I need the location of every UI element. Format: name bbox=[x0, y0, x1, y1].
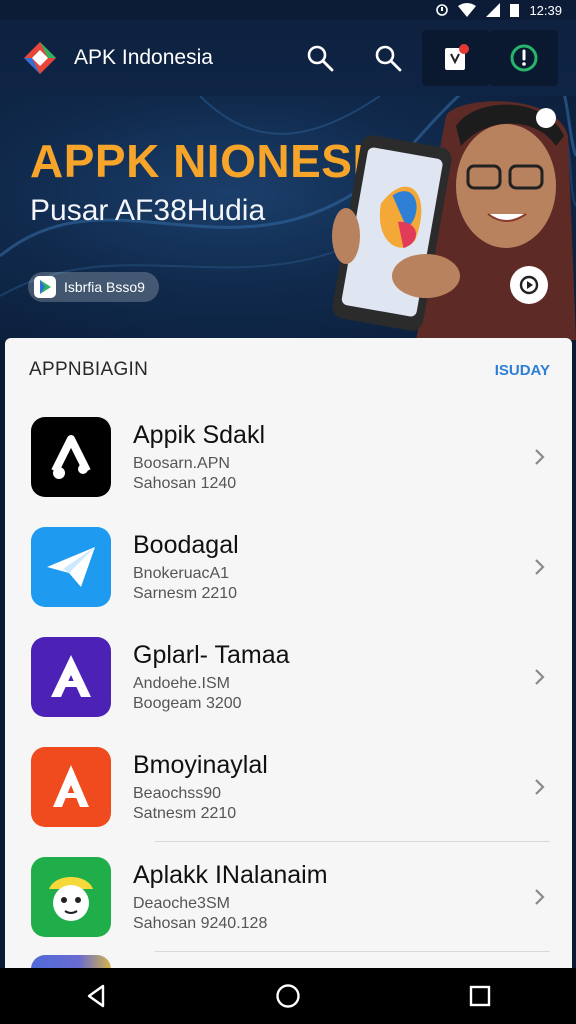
letter-a-icon bbox=[51, 655, 91, 697]
home-icon bbox=[276, 984, 300, 1008]
hero-subtitle: Pusar AF38Hudia bbox=[30, 194, 266, 227]
app-name: Appik Sdakl bbox=[133, 420, 266, 449]
app-name: Boodagal bbox=[133, 530, 239, 559]
app-package: Boosarn.APN bbox=[133, 454, 230, 472]
character-icon bbox=[49, 877, 93, 921]
app-icon bbox=[31, 747, 111, 827]
section-header: APPNBIAGIN ISUDAY bbox=[5, 338, 572, 402]
app-version: Sahosan 9240.128 bbox=[133, 914, 268, 932]
app-name: Aplakk INalanaim bbox=[133, 860, 328, 889]
app-version: Boogeam 3200 bbox=[133, 694, 242, 712]
divider bbox=[155, 951, 550, 952]
partial-app-icon bbox=[31, 955, 111, 968]
list-item[interactable]: Gplarl- Tamaa Andoehe.ISM Boogeam 3200 bbox=[5, 622, 572, 732]
status-bar: 12:39 bbox=[0, 0, 576, 20]
signal-icon bbox=[486, 3, 501, 17]
power-button[interactable] bbox=[490, 30, 558, 86]
alarm-icon bbox=[436, 4, 449, 16]
chevron-right-icon bbox=[535, 889, 545, 905]
app-name: Bmoyinaylal bbox=[133, 750, 268, 779]
home-button[interactable] bbox=[258, 968, 318, 1024]
app-version: Satnesm 2210 bbox=[133, 804, 237, 822]
app-package: Deaoche3SM bbox=[133, 894, 230, 912]
app-logo bbox=[24, 42, 56, 74]
chevron-right-icon bbox=[535, 449, 545, 465]
recents-button[interactable] bbox=[450, 968, 510, 1024]
wifi-icon bbox=[458, 3, 477, 17]
list-item[interactable]: Appik Sdakl Boosarn.APN Sahosan 1240 bbox=[5, 402, 572, 512]
hero-chip-label: Isbrfia Bsso9 bbox=[64, 279, 145, 295]
system-nav-bar bbox=[0, 968, 576, 1024]
paper-plane-icon bbox=[47, 547, 95, 587]
list-item[interactable]: Boodagal BnokeruacA1 Sarnesm 2210 bbox=[5, 512, 572, 622]
section-action-link[interactable]: ISUDAY bbox=[495, 362, 550, 379]
app-version: Sahosan 1240 bbox=[133, 474, 237, 492]
app-package: Beaochss90 bbox=[133, 784, 222, 802]
list-item[interactable]: Aplakk INalanaim Deaoche3SM Sahosan 9240… bbox=[5, 842, 572, 952]
battery-icon bbox=[510, 4, 520, 17]
hero-play-button[interactable] bbox=[510, 266, 548, 304]
recents-icon bbox=[469, 985, 491, 1007]
list-item[interactable]: Bmoyinaylal Beaochss90 Satnesm 2210 bbox=[5, 732, 572, 842]
app-icon bbox=[31, 527, 111, 607]
bookmark-icon bbox=[445, 44, 469, 70]
search-button[interactable] bbox=[286, 30, 354, 86]
chevron-right-icon bbox=[535, 779, 545, 795]
hero-banner[interactable]: APPK NIONESIA Pusar AF38Hudia Isbrfia Bs… bbox=[0, 96, 576, 340]
app-list-panel: APPNBIAGIN ISUDAY Appik Sdakl Boosarn.AP… bbox=[5, 338, 572, 968]
app-package: Andoehe.ISM bbox=[133, 674, 230, 692]
search-icon bbox=[307, 45, 334, 72]
app-icon bbox=[31, 637, 111, 717]
app-icon bbox=[31, 417, 111, 497]
music-note-icon bbox=[51, 435, 91, 479]
chevron-right-icon bbox=[535, 559, 545, 575]
play-store-icon bbox=[34, 276, 56, 298]
back-button[interactable] bbox=[66, 968, 126, 1024]
app-name: Gplarl- Tamaa bbox=[133, 640, 290, 669]
app-title: APK Indonesia bbox=[74, 46, 213, 69]
section-title: APPNBIAGIN bbox=[29, 359, 149, 380]
app-version: Sarnesm 2210 bbox=[133, 584, 238, 602]
hero-person-with-phone-image bbox=[332, 101, 576, 340]
app-icon bbox=[31, 857, 111, 937]
app-package: BnokeruacA1 bbox=[133, 564, 230, 582]
back-icon bbox=[87, 984, 105, 1008]
chevron-right-icon bbox=[535, 669, 545, 685]
letter-a-icon bbox=[53, 765, 89, 807]
search-icon bbox=[375, 45, 402, 72]
circle-play-icon bbox=[519, 275, 539, 295]
power-icon bbox=[510, 44, 538, 72]
app-bar: APK Indonesia bbox=[0, 20, 576, 96]
hero-chip[interactable]: Isbrfia Bsso9 bbox=[28, 272, 159, 302]
status-time: 12:39 bbox=[529, 2, 562, 18]
search-button-secondary[interactable] bbox=[354, 30, 422, 86]
bookmark-button[interactable] bbox=[422, 30, 490, 86]
